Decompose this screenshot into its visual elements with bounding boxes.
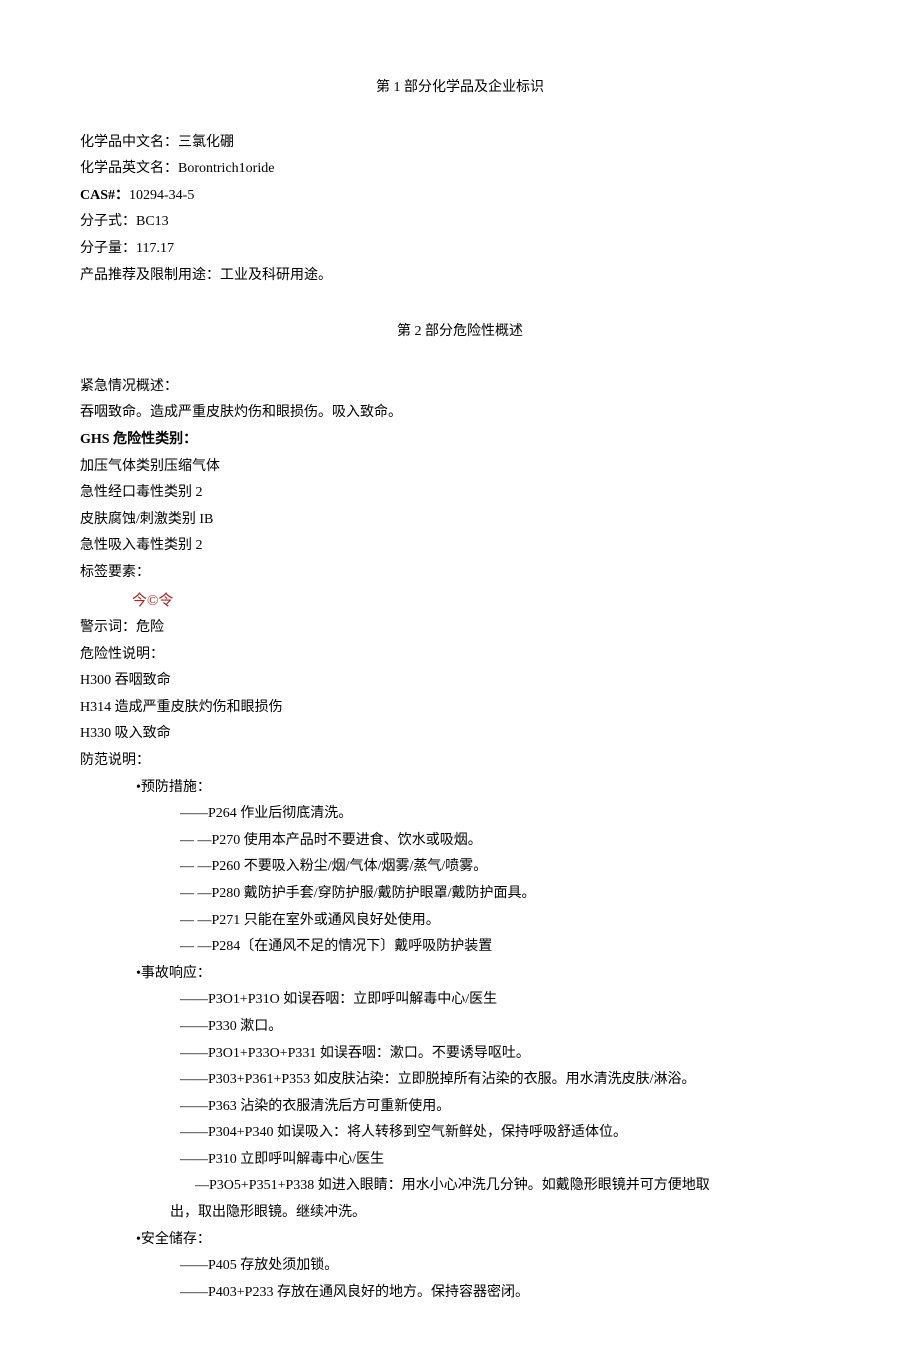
- signal-value: 危险: [136, 620, 164, 635]
- cas-row: CAS#：10294-34-5: [80, 183, 840, 210]
- response-p330: ——P330 漱口。: [80, 1014, 840, 1041]
- use-value: 工业及科研用途。: [220, 268, 332, 283]
- ghs-item-1: 加压气体类别压缩气体: [80, 454, 840, 481]
- ghs-item-2: 急性经口毒性类别 2: [80, 480, 840, 507]
- cas-label: CAS#：: [80, 188, 129, 203]
- name-cn-value: 三氯化硼: [178, 135, 234, 150]
- section-1-title: 第 1 部分化学品及企业标识: [80, 75, 840, 102]
- section-2-body: 紧急情况概述： 吞咽致命。造成严重皮肤灼伤和眼损伤。吸入致命。 GHS 危险性类…: [80, 374, 840, 1307]
- formula-label: 分子式：: [80, 214, 136, 229]
- prevention-p270: — —P270 使用本产品时不要进食、饮水或吸烟。: [80, 828, 840, 855]
- formula-row: 分子式：BC13: [80, 209, 840, 236]
- hazard-h314: H314 造成严重皮肤灼伤和眼损伤: [80, 695, 840, 722]
- ghs-label-text: GHS 危险性类别：: [80, 432, 197, 447]
- name-en-value: Borontrich1oride: [178, 161, 274, 176]
- hazard-h330: H330 吸入致命: [80, 721, 840, 748]
- use-label: 产品推荐及限制用途：: [80, 268, 220, 283]
- prevention-p260: — —P260 不要吸入粉尘/烟/气体/烟雾/蒸气/喷雾。: [80, 854, 840, 881]
- prevention-p264: ——P264 作业后彻底清洗。: [80, 801, 840, 828]
- precaution-label: 防范说明：: [80, 748, 840, 775]
- name-cn-row: 化学品中文名：三氯化硼: [80, 130, 840, 157]
- emergency-text: 吞咽致命。造成严重皮肤灼伤和眼损伤。吸入致命。: [80, 400, 840, 427]
- signal-row: 警示词：危险: [80, 615, 840, 642]
- response-p305-351-338: —P3O5+P351+P338 如进入眼睛：用水小心冲洗几分钟。如戴隐形眼镜并可…: [80, 1173, 840, 1200]
- mw-value: 117.17: [136, 241, 174, 256]
- hazard-h300: H300 吞咽致命: [80, 668, 840, 695]
- hazard-label: 危险性说明：: [80, 642, 840, 669]
- pictogram-icons: 今©令: [80, 587, 840, 616]
- emergency-label: 紧急情况概述：: [80, 374, 840, 401]
- response-p301-330-331: ——P3O1+P33O+P331 如误吞咽：漱口。不要诱导呕吐。: [80, 1041, 840, 1068]
- response-p305-cont: 出，取出隐形眼镜。继续冲洗。: [80, 1200, 840, 1227]
- mw-row: 分子量：117.17: [80, 236, 840, 263]
- formula-value: BC13: [136, 214, 169, 229]
- response-p301-310: ——P3O1+P31O 如误吞咽：立即呼叫解毒中心/医生: [80, 987, 840, 1014]
- prevention-p280: — —P280 戴防护手套/穿防护服/戴防护眼罩/戴防护面具。: [80, 881, 840, 908]
- storage-head: •安全储存：: [80, 1227, 840, 1254]
- signal-label: 警示词：: [80, 620, 136, 635]
- prevention-p284: — —P284〔在通风不足的情况下〕戴呼吸防护装置: [80, 934, 840, 961]
- section-2-title: 第 2 部分危险性概述: [80, 319, 840, 346]
- storage-p405: ——P405 存放处须加锁。: [80, 1253, 840, 1280]
- name-cn-label: 化学品中文名：: [80, 135, 178, 150]
- label-elements: 标签要素：: [80, 560, 840, 587]
- response-head: •事故响应：: [80, 961, 840, 988]
- ghs-item-3: 皮肤腐蚀/刺激类别 IB: [80, 507, 840, 534]
- name-en-label: 化学品英文名：: [80, 161, 178, 176]
- storage-p403-233: ——P403+P233 存放在通风良好的地方。保持容器密闭。: [80, 1280, 840, 1307]
- use-row: 产品推荐及限制用途：工业及科研用途。: [80, 263, 840, 290]
- ghs-label: GHS 危险性类别：: [80, 427, 840, 454]
- response-p303-361-353: ——P303+P361+P353 如皮肤沾染：立即脱掉所有沾染的衣服。用水清洗皮…: [80, 1067, 840, 1094]
- name-en-row: 化学品英文名：Borontrich1oride: [80, 156, 840, 183]
- response-p304-340: ——P304+P340 如误吸入：将人转移到空气新鲜处，保持呼吸舒适体位。: [80, 1120, 840, 1147]
- response-p363: ——P363 沾染的衣服清洗后方可重新使用。: [80, 1094, 840, 1121]
- prevention-p271: — —P271 只能在室外或通风良好处使用。: [80, 908, 840, 935]
- ghs-item-4: 急性吸入毒性类别 2: [80, 533, 840, 560]
- response-p310: ——P310 立即呼叫解毒中心/医生: [80, 1147, 840, 1174]
- prevention-head: •预防措施：: [80, 775, 840, 802]
- cas-value: 10294-34-5: [129, 188, 194, 203]
- section-1-body: 化学品中文名：三氯化硼 化学品英文名：Borontrich1oride CAS#…: [80, 130, 840, 290]
- mw-label: 分子量：: [80, 241, 136, 256]
